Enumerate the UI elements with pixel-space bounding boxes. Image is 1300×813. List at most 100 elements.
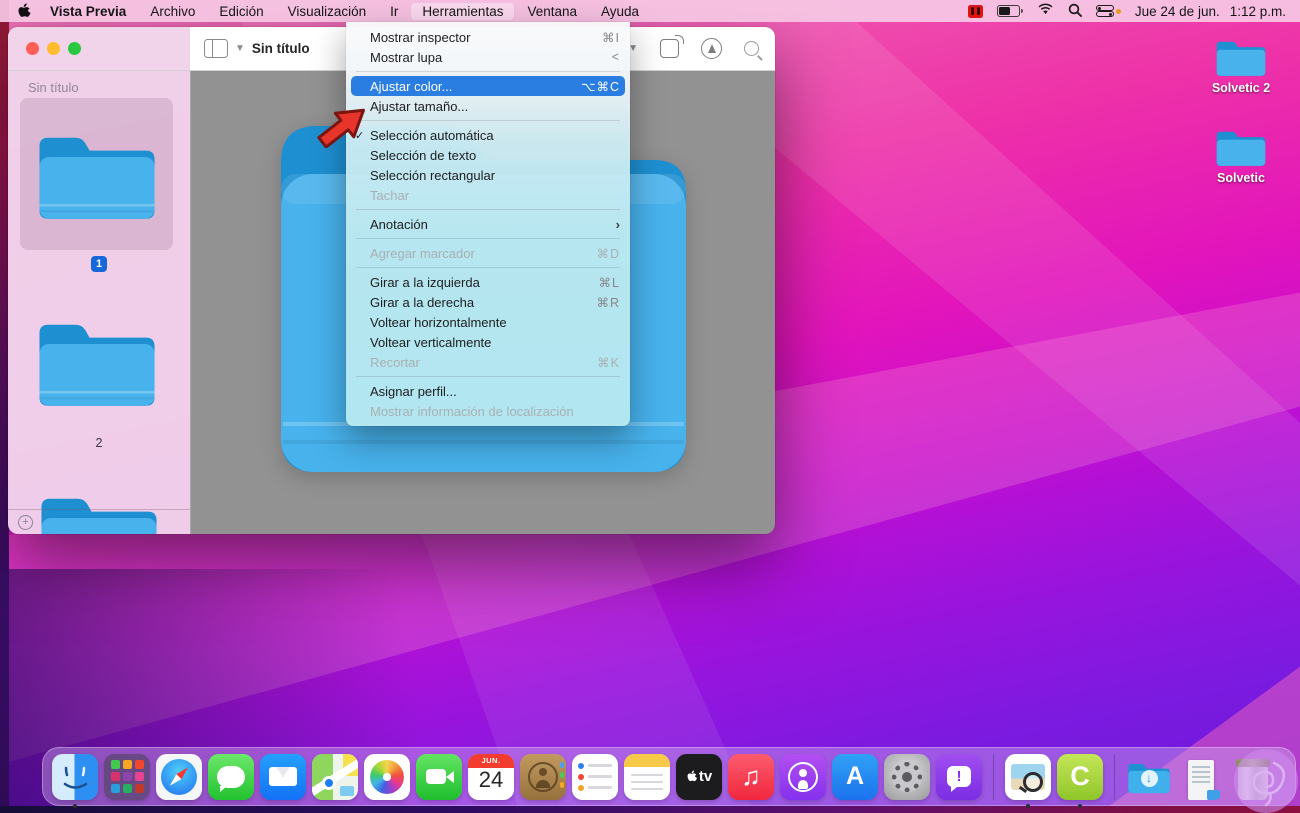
date-label: Jue 24 de jun. <box>1134 3 1220 19</box>
close-button[interactable] <box>26 42 39 55</box>
menu-item-agregar-marcador: Agregar marcador ⌘D <box>370 245 620 261</box>
dock-photos[interactable] <box>364 753 410 800</box>
page-number-badge: 1 <box>8 256 190 273</box>
dock-finder[interactable] <box>52 753 98 808</box>
sidebar-toggle-icon[interactable] <box>204 39 228 58</box>
menu-item-seleccion-rectangular[interactable]: Selección rectangular <box>346 165 630 185</box>
running-indicator <box>1026 803 1030 808</box>
contacts-icon <box>520 753 566 800</box>
menu-bar-status: Jue 24 de jun. 1:12 p.m. <box>967 3 1300 20</box>
screen-recorder-status-icon[interactable] <box>967 4 983 18</box>
gear-icon <box>892 761 922 792</box>
window-sidebar: Sin título 1 2 + <box>8 70 190 534</box>
menu-item-anotacion[interactable]: Anotación › <box>346 214 630 234</box>
menu-item-asignar-perfil[interactable]: Asignar perfil... <box>346 381 630 401</box>
dock-apple-tv[interactable]: tv <box>676 753 722 800</box>
menu-item-seleccion-de-texto[interactable]: Selección de texto <box>346 145 630 165</box>
search-icon[interactable] <box>744 41 763 61</box>
mail-icon <box>260 753 306 800</box>
thumbnail-image <box>33 312 161 410</box>
desktop-icon-solvetic-2[interactable]: Solvetic 2 <box>1203 36 1279 95</box>
dock-notes[interactable] <box>624 753 670 800</box>
menu-archivo[interactable]: Archivo <box>139 3 206 20</box>
dock-messages[interactable] <box>208 753 254 800</box>
rotate-icon[interactable] <box>660 35 684 58</box>
menu-edicion[interactable]: Edición <box>208 3 274 20</box>
menu-separator <box>356 209 620 210</box>
chevron-down-icon[interactable]: ▼ <box>235 43 245 54</box>
add-page-button[interactable]: + <box>18 514 33 530</box>
dock-safari[interactable] <box>156 753 202 800</box>
menu-bar: Vista Previa Archivo Edición Visualizaci… <box>0 0 1300 22</box>
recording-indicator-dot <box>1115 8 1121 14</box>
menu-ayuda[interactable]: Ayuda <box>590 3 650 20</box>
thumbnail-image <box>33 125 161 223</box>
menu-bar-clock[interactable]: Jue 24 de jun. 1:12 p.m. <box>1135 4 1286 19</box>
preview-app-icon <box>1005 753 1051 800</box>
menu-item-ajustar-tamano[interactable]: Ajustar tamaño... <box>346 96 630 116</box>
menu-item-girar-derecha[interactable]: Girar a la derecha ⌘R <box>346 292 630 312</box>
minimize-button[interactable] <box>47 42 60 55</box>
camtasia-icon: C <box>1057 753 1103 800</box>
menu-item-mostrar-lupa[interactable]: Mostrar lupa < <box>346 47 630 67</box>
menu-item-voltear-verticalmente[interactable]: Voltear verticalmente <box>346 332 630 352</box>
menu-item-voltear-horizontalmente[interactable]: Voltear horizontalmente <box>346 312 630 332</box>
wifi-icon[interactable] <box>1037 3 1054 19</box>
menu-separator <box>356 267 620 268</box>
dock-podcasts[interactable] <box>780 753 826 800</box>
window-title: Sin título <box>251 41 310 56</box>
dock-reminders[interactable] <box>572 753 618 800</box>
documents-stack-icon <box>1178 754 1224 800</box>
dock-camtasia[interactable]: C <box>1057 753 1103 808</box>
apple-icon[interactable] <box>16 3 31 19</box>
menu-ir[interactable]: Ir <box>379 3 409 20</box>
app-store-icon: A <box>832 753 878 800</box>
battery-icon[interactable] <box>996 4 1023 18</box>
markup-icon[interactable] <box>701 38 722 59</box>
menu-visualizacion[interactable]: Visualización <box>277 3 378 20</box>
music-icon: ♫ <box>728 753 774 800</box>
menu-separator <box>356 238 620 239</box>
dock-music[interactable]: ♫ <box>728 753 774 800</box>
menu-item-informacion-localizacion: Mostrar información de localización <box>370 403 574 419</box>
dock-facetime[interactable] <box>416 753 462 800</box>
dock-documents[interactable] <box>1178 754 1224 800</box>
menu-item-seleccion-automatica[interactable]: ✓ Selección automática <box>346 125 630 145</box>
running-indicator <box>1078 803 1082 808</box>
dock-feedback-assistant[interactable]: ! <box>936 753 982 800</box>
dock-downloads[interactable]: ↓ <box>1126 754 1172 800</box>
sidebar-header: Sin título <box>28 80 79 95</box>
zoom-button[interactable] <box>68 42 81 55</box>
thumbnail-2[interactable] <box>20 298 173 424</box>
dock: JUN. 24 tv ♫ A ! C ↓ <box>42 747 1296 808</box>
menu-item-girar-izquierda[interactable]: Girar a la izquierda ⌘L <box>346 272 630 292</box>
menu-ventana[interactable]: Ventana <box>516 3 588 20</box>
spotlight-search-icon[interactable] <box>1068 3 1082 20</box>
menu-item-ajustar-color[interactable]: Ajustar color... ⌥⌘C <box>351 76 625 96</box>
feedback-assistant-icon: ! <box>936 753 982 800</box>
menu-separator <box>356 120 620 121</box>
notes-icon <box>624 753 670 800</box>
dock-mail[interactable] <box>260 753 306 800</box>
maps-icon <box>312 753 358 800</box>
menu-app-name[interactable]: Vista Previa <box>39 3 137 20</box>
folder-icon <box>1214 36 1268 78</box>
dock-app-store[interactable]: A <box>832 753 878 800</box>
menu-item-mostrar-inspector[interactable]: Mostrar inspector ⌘I <box>346 27 630 47</box>
thumbnail-1-selected[interactable] <box>20 98 173 250</box>
watermark-logo <box>1234 749 1298 813</box>
dock-system-preferences[interactable] <box>884 753 930 800</box>
dock-preview[interactable] <box>1005 753 1051 808</box>
menu-herramientas-active[interactable]: Herramientas <box>411 2 515 20</box>
calendar-day: 24 <box>478 766 504 792</box>
dock-launchpad[interactable] <box>104 753 150 800</box>
downloads-folder-icon: ↓ <box>1126 754 1172 800</box>
folder-icon <box>1214 126 1268 168</box>
control-center-icon[interactable] <box>1095 5 1121 17</box>
dock-contacts[interactable] <box>520 753 566 800</box>
dock-maps[interactable] <box>312 753 358 800</box>
menu-separator <box>356 376 620 377</box>
menu-separator <box>356 71 620 72</box>
desktop-icon-solvetic[interactable]: Solvetic <box>1203 126 1279 185</box>
dock-calendar[interactable]: JUN. 24 <box>468 753 514 800</box>
